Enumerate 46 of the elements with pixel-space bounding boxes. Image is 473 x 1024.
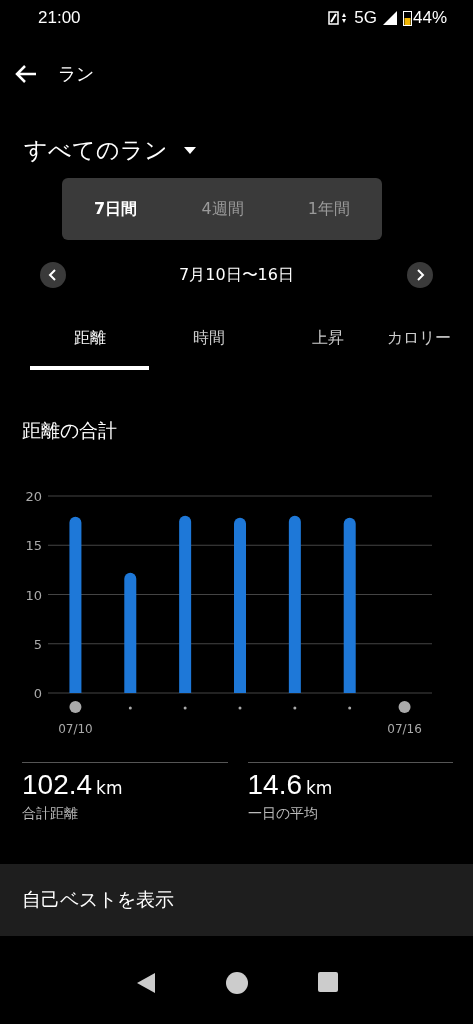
x-tick-label: 07/16 — [387, 722, 422, 736]
clock: 21:00 — [38, 8, 81, 28]
day-dot — [398, 701, 411, 713]
vibrate-icon — [328, 11, 349, 25]
stat-unit: km — [96, 778, 123, 798]
x-tick-label: 07/10 — [58, 722, 93, 736]
chevron-left-icon — [48, 269, 58, 281]
stat-label: 一日の平均 — [247, 805, 319, 823]
network-type: 5G — [354, 8, 377, 28]
day-dot — [238, 706, 242, 710]
metric-tab[interactable]: カロリー — [387, 310, 451, 370]
y-tick-label: 20 — [25, 489, 42, 504]
day-dot — [293, 706, 297, 710]
day-dot — [348, 706, 352, 710]
y-tick-label: 5 — [33, 636, 42, 652]
day-dot — [69, 701, 82, 713]
metric-tab[interactable]: 時間 — [149, 310, 268, 370]
stat-unit: km — [306, 778, 333, 798]
period-tab[interactable]: 1年間 — [301, 192, 356, 226]
signal-icon — [382, 11, 397, 25]
run-filter-dropdown[interactable]: すべてのラン — [24, 134, 168, 166]
previous-button[interactable] — [40, 262, 66, 288]
recents-icon[interactable] — [318, 972, 339, 992]
day-dot — [128, 706, 132, 710]
chevron-right-icon — [415, 269, 425, 281]
y-tick-label: 10 — [25, 587, 42, 603]
metric-tab[interactable]: 上昇 — [268, 310, 387, 370]
back-icon[interactable] — [14, 64, 38, 84]
stat-label: 合計距離 — [22, 805, 79, 823]
y-tick-label: 0 — [33, 686, 42, 701]
y-tick-label: 15 — [25, 538, 42, 554]
battery-icon — [402, 10, 412, 26]
dropdown-caret-icon[interactable] — [184, 146, 196, 154]
chart-title: 距離の合計 — [21, 418, 118, 443]
next-button[interactable] — [407, 262, 433, 288]
home-icon[interactable] — [226, 972, 249, 994]
page-title: ラン — [58, 62, 94, 86]
battery-percent: 44% — [412, 8, 447, 28]
metric-tab[interactable]: 距離 — [30, 310, 149, 370]
period-tab[interactable]: 7日間 — [88, 192, 144, 226]
period-tab[interactable]: 4週間 — [195, 192, 250, 226]
stat-value: 102.4 — [22, 769, 93, 800]
stat-value: 14.6 — [247, 769, 302, 800]
personal-best-button[interactable]: 自己ベストを表示 — [0, 864, 473, 936]
date-range: 7月10日〜16日 — [179, 264, 294, 286]
day-dot — [183, 706, 187, 710]
